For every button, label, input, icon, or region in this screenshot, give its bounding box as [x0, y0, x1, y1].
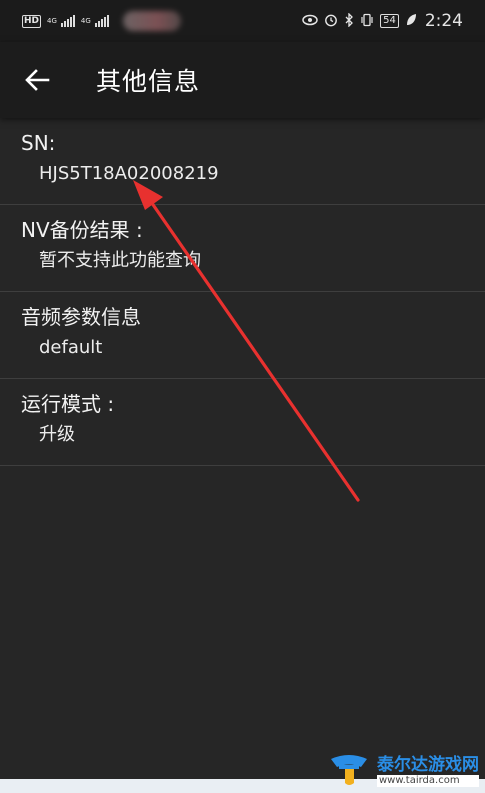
signal-icon-2 — [94, 15, 109, 27]
watermark-text: 泰尔达游戏网 www.tairda.com — [377, 755, 479, 787]
item-value: 暂不支持此功能查询 — [39, 250, 201, 271]
list-item-sn[interactable]: SN: HJS5T18A02008219 — [0, 118, 485, 205]
status-bar: HD 4G 4G 54 2:24 — [0, 0, 485, 42]
network-type-1: 4G — [47, 17, 57, 25]
redacted-carrier — [122, 11, 181, 31]
arrow-left-icon — [25, 69, 50, 91]
list-item-nv-backup[interactable]: NV备份结果 : 暂不支持此功能查询 — [0, 205, 485, 292]
tairda-logo-icon — [331, 755, 367, 785]
watermark-name: 泰尔达游戏网 — [377, 755, 479, 775]
bluetooth-icon — [344, 11, 354, 30]
list-item-audio-params[interactable]: 音频参数信息 default — [0, 292, 485, 379]
item-label: 音频参数信息 — [21, 305, 141, 329]
vibrate-icon — [360, 13, 374, 30]
signal-icon — [60, 15, 75, 27]
item-label: SN: — [21, 131, 56, 155]
network-type-2: 4G — [80, 17, 91, 25]
item-label: NV备份结果 : — [21, 218, 143, 242]
back-button[interactable] — [22, 65, 52, 95]
hd-badge: HD — [22, 14, 42, 28]
watermark-url: www.tairda.com — [377, 775, 479, 787]
eye-icon — [302, 14, 318, 29]
item-value: 升级 — [39, 424, 75, 445]
page-title: 其他信息 — [96, 67, 201, 96]
status-right: 54 2:24 — [302, 11, 463, 31]
item-value: default — [39, 337, 103, 358]
clock: 2:24 — [424, 11, 463, 31]
leaf-icon — [405, 13, 417, 30]
status-left: HD 4G 4G — [22, 11, 181, 31]
list-item-run-mode[interactable]: 运行模式 : 升级 — [0, 379, 485, 466]
info-list: SN: HJS5T18A02008219 NV备份结果 : 暂不支持此功能查询 … — [0, 118, 485, 466]
watermark: 泰尔达游戏网 www.tairda.com — [327, 753, 479, 789]
battery-level: 54 — [380, 14, 399, 28]
item-value: HJS5T18A02008219 — [39, 163, 219, 184]
app-bar: 其他信息 — [0, 42, 485, 118]
alarm-icon — [324, 13, 338, 30]
item-label: 运行模式 : — [21, 392, 115, 416]
